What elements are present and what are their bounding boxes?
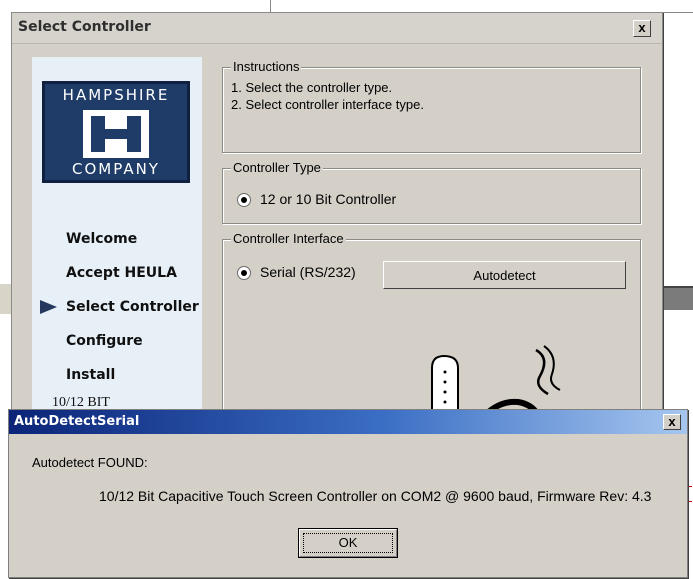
controller-interface-group: Controller Interface Serial (RS/232) Aut… [222, 231, 641, 420]
autodetect-button-label: Autodetect [473, 268, 536, 283]
serial-radio[interactable] [237, 266, 251, 280]
window-titlebar: Select Controller x [12, 13, 662, 44]
nav-step-install: Install [66, 367, 116, 383]
current-step-arrow-icon [40, 300, 57, 314]
logo-mark-icon [83, 110, 149, 158]
dialog-title: AutoDetectSerial [14, 414, 140, 429]
controller-type-radio[interactable] [237, 193, 251, 207]
logo-text-bottom: COMPANY [72, 160, 160, 178]
controller-interface-legend: Controller Interface [231, 231, 346, 246]
nav-step-configure: Configure [66, 333, 143, 349]
nav-step-welcome: Welcome [66, 231, 138, 247]
nav-step-select-controller: Select Controller [66, 299, 199, 315]
logo-text-top: HAMPSHIRE [62, 86, 170, 104]
autodetect-button[interactable]: Autodetect [383, 261, 626, 289]
instruction-line-1: 1. Select the controller type. [231, 80, 393, 95]
select-controller-window: Select Controller x HAMPSHIRE COMPANY We… [11, 12, 663, 420]
dialog-close-icon[interactable]: x [663, 414, 681, 430]
serial-cable-illustration-icon [431, 345, 561, 420]
instructions-group: Instructions 1. Select the controller ty… [222, 59, 641, 153]
instructions-legend: Instructions [231, 59, 302, 74]
hampshire-logo: HAMPSHIRE COMPANY [42, 81, 190, 183]
nav-step-accept-heula: Accept HEULA [66, 265, 177, 281]
autodetect-serial-dialog: AutoDetectSerial x Autodetect FOUND: 10/… [8, 409, 688, 578]
controller-type-legend: Controller Type [231, 160, 323, 175]
dialog-titlebar: AutoDetectSerial x [9, 410, 687, 434]
autodetect-found-label: Autodetect FOUND: [32, 455, 148, 470]
close-icon[interactable]: x [633, 20, 651, 37]
controller-type-option-label: 12 or 10 Bit Controller [260, 191, 397, 207]
instruction-line-2: 2. Select controller interface type. [231, 97, 424, 112]
ok-button-label: OK [338, 535, 358, 550]
serial-option-label: Serial (RS/232) [260, 264, 356, 280]
autodetect-result-message: 10/12 Bit Capacitive Touch Screen Contro… [99, 488, 652, 504]
window-title: Select Controller [18, 19, 151, 35]
wizard-side-panel: HAMPSHIRE COMPANY Welcome Accept HEULA S… [32, 57, 202, 413]
controller-type-group: Controller Type 12 or 10 Bit Controller [222, 160, 641, 224]
ok-button[interactable]: OK [298, 528, 398, 558]
